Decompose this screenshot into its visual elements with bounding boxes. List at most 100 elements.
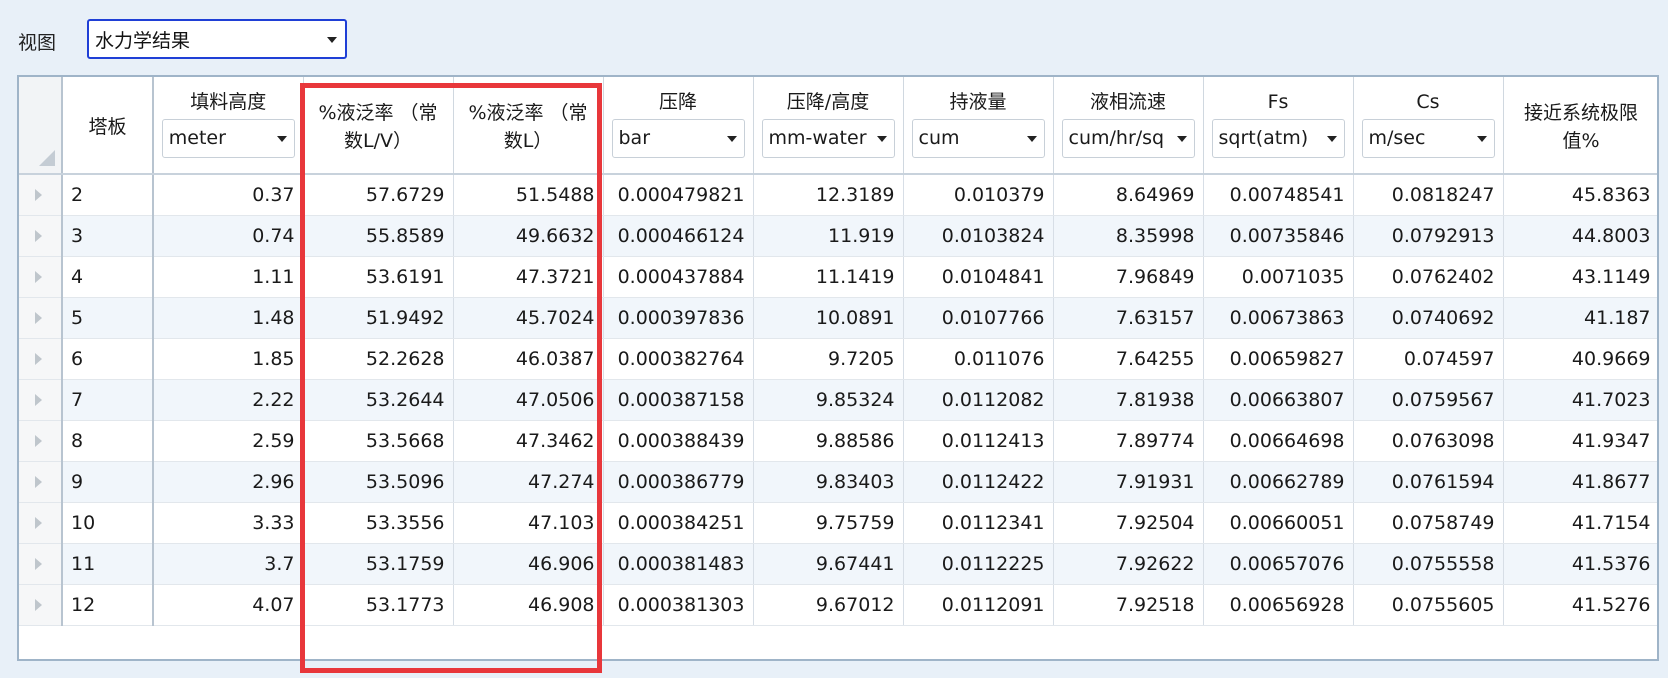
value-cell[interactable]: 0.00735846 [1203,215,1354,257]
tray-cell[interactable]: 6 [62,338,154,380]
value-cell[interactable]: 7.96849 [1053,256,1204,298]
value-cell[interactable]: 0.000384251 [603,502,754,544]
column-header-6[interactable]: 液相流速 cum/hr/sq [1053,77,1204,175]
table-row[interactable]: 10 3.33 53.3556 47.103 0.000384251 9.75759 0.0… [19,502,1657,544]
value-cell[interactable]: 0.000397836 [603,297,754,339]
table-row[interactable]: 2 0.37 57.6729 51.5488 0.000479821 12.3189 0.0… [19,174,1657,216]
row-selector[interactable] [19,420,63,462]
value-cell[interactable]: 0.00662789 [1203,461,1354,503]
value-cell[interactable]: 9.85324 [753,379,904,421]
value-cell[interactable]: 53.5096 [303,461,454,503]
row-selector[interactable] [19,174,63,216]
select-all-corner[interactable] [19,77,63,175]
value-cell[interactable]: 8.35998 [1053,215,1204,257]
unit-select[interactable]: cum/hr/sq [1061,119,1195,158]
value-cell[interactable]: 0.00659827 [1203,338,1354,380]
table-row[interactable]: 3 0.74 55.8589 49.6632 0.000466124 11.919 0.01… [19,215,1657,257]
value-cell[interactable]: 0.000479821 [603,174,754,216]
value-cell[interactable]: 7.89774 [1053,420,1204,462]
value-cell[interactable]: 7.63157 [1053,297,1204,339]
value-cell[interactable]: 53.6191 [303,256,454,298]
value-cell[interactable]: 47.3462 [453,420,604,462]
table-row[interactable]: 12 4.07 53.1773 46.908 0.000381303 9.67012 0.0… [19,584,1657,626]
value-cell[interactable]: 0.074597 [1353,338,1504,380]
value-cell[interactable]: 41.9347 [1503,420,1657,462]
value-cell[interactable]: 0.00673863 [1203,297,1354,339]
value-cell[interactable]: 41.7023 [1503,379,1657,421]
value-cell[interactable]: 0.0112341 [903,502,1054,544]
tray-cell[interactable]: 12 [62,584,154,626]
value-cell[interactable]: 0.00664698 [1203,420,1354,462]
row-selector[interactable] [19,297,63,339]
unit-select[interactable]: meter [161,119,295,158]
column-header-1[interactable]: %液泛率 （常数L/V） [303,77,454,175]
value-cell[interactable]: 47.274 [453,461,604,503]
table-row[interactable]: 8 2.59 53.5668 47.3462 0.000388439 9.88586 0.0… [19,420,1657,462]
value-cell[interactable]: 1.11 [153,256,304,298]
row-selector[interactable] [19,461,63,503]
tray-cell[interactable]: 7 [62,379,154,421]
column-header-tray[interactable]: 塔板 [62,77,154,175]
value-cell[interactable]: 46.906 [453,543,604,585]
column-header-7[interactable]: Fs sqrt(atm) [1203,77,1354,175]
value-cell[interactable]: 40.9669 [1503,338,1657,380]
value-cell[interactable]: 47.0506 [453,379,604,421]
value-cell[interactable]: 0.0792913 [1353,215,1504,257]
value-cell[interactable]: 0.0112413 [903,420,1054,462]
value-cell[interactable]: 0.0071035 [1203,256,1354,298]
value-cell[interactable]: 0.000386779 [603,461,754,503]
value-cell[interactable]: 41.5276 [1503,584,1657,626]
unit-select[interactable]: m/sec [1361,119,1495,158]
value-cell[interactable]: 8.64969 [1053,174,1204,216]
value-cell[interactable]: 0.011076 [903,338,1054,380]
row-selector[interactable] [19,379,63,421]
value-cell[interactable]: 0.000381303 [603,584,754,626]
value-cell[interactable]: 41.5376 [1503,543,1657,585]
value-cell[interactable]: 9.88586 [753,420,904,462]
value-cell[interactable]: 1.48 [153,297,304,339]
column-header-4[interactable]: 压降/高度 mm-water [753,77,904,175]
value-cell[interactable]: 11.1419 [753,256,904,298]
value-cell[interactable]: 0.00663807 [1203,379,1354,421]
value-cell[interactable]: 2.22 [153,379,304,421]
value-cell[interactable]: 9.75759 [753,502,904,544]
tray-cell[interactable]: 4 [62,256,154,298]
value-cell[interactable]: 7.92622 [1053,543,1204,585]
value-cell[interactable]: 0.37 [153,174,304,216]
table-row[interactable]: 4 1.11 53.6191 47.3721 0.000437884 11.1419 0.0… [19,256,1657,298]
value-cell[interactable]: 0.000381483 [603,543,754,585]
value-cell[interactable]: 0.010379 [903,174,1054,216]
tray-cell[interactable]: 8 [62,420,154,462]
value-cell[interactable]: 0.0112225 [903,543,1054,585]
value-cell[interactable]: 51.9492 [303,297,454,339]
column-header-3[interactable]: 压降 bar [603,77,754,175]
value-cell[interactable]: 11.919 [753,215,904,257]
value-cell[interactable]: 9.67441 [753,543,904,585]
value-cell[interactable]: 9.83403 [753,461,904,503]
value-cell[interactable]: 45.7024 [453,297,604,339]
value-cell[interactable]: 7.92504 [1053,502,1204,544]
value-cell[interactable]: 0.0761594 [1353,461,1504,503]
value-cell[interactable]: 7.91931 [1053,461,1204,503]
value-cell[interactable]: 0.00656928 [1203,584,1354,626]
value-cell[interactable]: 0.0740692 [1353,297,1504,339]
value-cell[interactable]: 51.5488 [453,174,604,216]
value-cell[interactable]: 0.0107766 [903,297,1054,339]
value-cell[interactable]: 45.8363 [1503,174,1657,216]
tray-cell[interactable]: 11 [62,543,154,585]
value-cell[interactable]: 0.0755605 [1353,584,1504,626]
value-cell[interactable]: 12.3189 [753,174,904,216]
value-cell[interactable]: 53.3556 [303,502,454,544]
column-header-2[interactable]: %液泛率 （常数L） [453,77,604,175]
row-selector[interactable] [19,215,63,257]
table-row[interactable]: 6 1.85 52.2628 46.0387 0.000382764 9.7205 0.01… [19,338,1657,380]
value-cell[interactable]: 44.8003 [1503,215,1657,257]
value-cell[interactable]: 41.8677 [1503,461,1657,503]
value-cell[interactable]: 52.2628 [303,338,454,380]
value-cell[interactable]: 0.0103824 [903,215,1054,257]
row-selector[interactable] [19,256,63,298]
value-cell[interactable]: 46.908 [453,584,604,626]
value-cell[interactable]: 0.0112091 [903,584,1054,626]
value-cell[interactable]: 0.0762402 [1353,256,1504,298]
value-cell[interactable]: 47.3721 [453,256,604,298]
